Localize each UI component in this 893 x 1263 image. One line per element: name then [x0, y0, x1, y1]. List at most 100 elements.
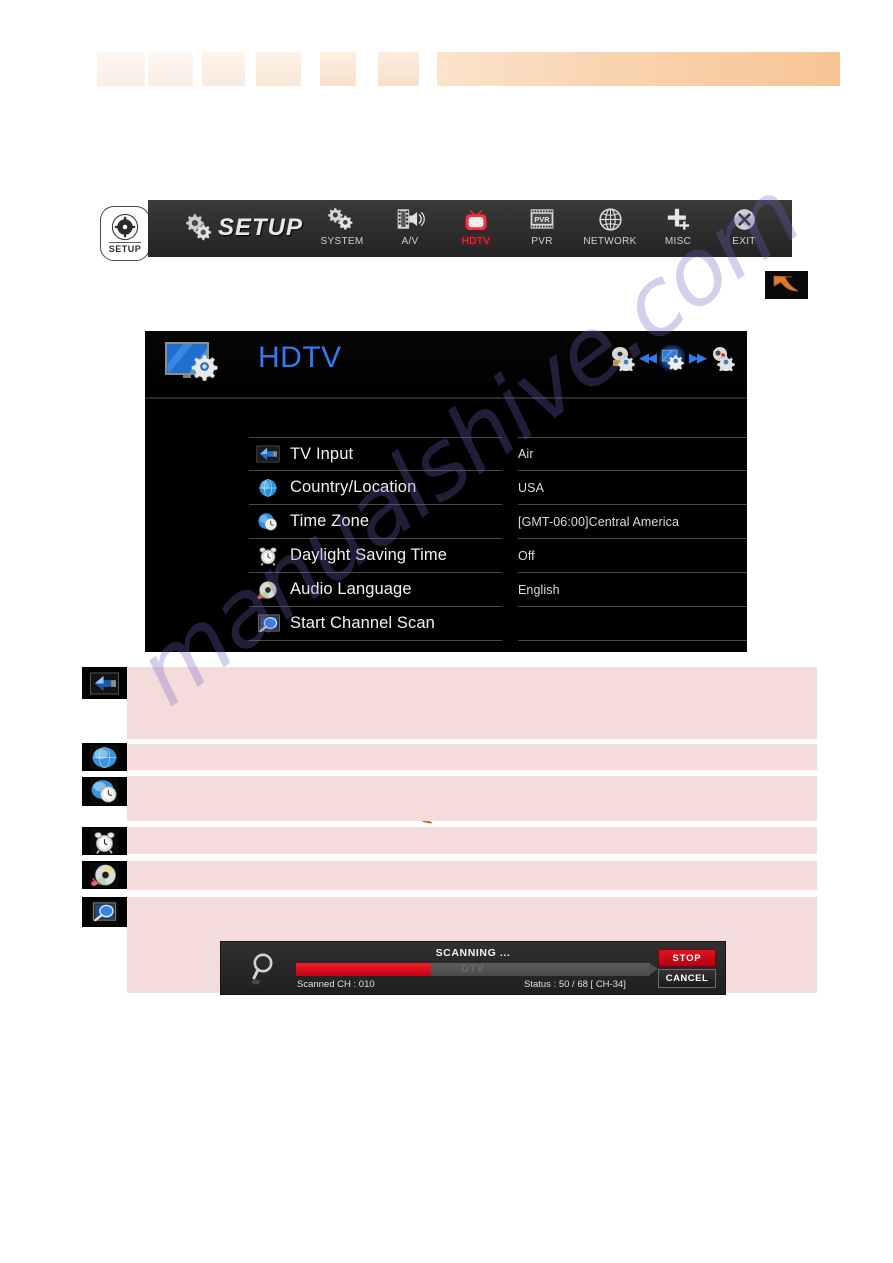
setting-value: [GMT-06:00]Central America	[518, 514, 679, 529]
setting-label: TV Input	[290, 444, 354, 463]
scanning-dialog: SCANNING ... DTV Scanned CH : 010 Status…	[220, 941, 726, 995]
scanned-channel-count: Scanned CH : 010	[297, 979, 375, 990]
audio-disc-icon	[255, 579, 281, 601]
table-row[interactable]: Audio Language English	[249, 573, 747, 607]
setting-value-cell[interactable]: Air	[518, 437, 747, 471]
menu-item-hdtv[interactable]: HDTV	[442, 205, 510, 253]
table-row[interactable]: TV Input Air	[249, 437, 747, 471]
next-chevrons-icon[interactable]: ▶▶	[689, 350, 707, 366]
setup-badge-label: SETUP	[108, 242, 142, 254]
redacted-word	[320, 52, 356, 86]
menu-item-label: SYSTEM	[320, 236, 364, 247]
scan-progress-bar: DTV	[296, 963, 658, 976]
progress-arrow-tip	[649, 963, 658, 975]
camera-gear-icon[interactable]	[709, 345, 735, 371]
description-text	[127, 861, 817, 890]
scan-magnifier-icon	[255, 613, 281, 635]
double-gear-icon	[327, 205, 357, 233]
scan-magnifier-icon	[82, 897, 127, 927]
menu-item-label: NETWORK	[583, 236, 637, 247]
tv-input-arrow-icon	[255, 443, 281, 465]
alarm-clock-icon	[255, 545, 281, 567]
setting-name-cell: Audio Language	[249, 573, 502, 607]
setting-value-cell[interactable]: English	[518, 573, 747, 607]
disc-gear-icon[interactable]	[609, 345, 635, 371]
redacted-word	[148, 52, 193, 86]
film-speaker-icon	[395, 205, 425, 233]
table-row[interactable]: Daylight Saving Time Off	[249, 539, 747, 573]
setting-name-cell: Daylight Saving Time	[249, 539, 502, 573]
description-text	[127, 667, 817, 739]
panel-header: HDTV ◀◀ ▶▶	[145, 331, 747, 399]
alarm-clock-icon	[82, 827, 127, 855]
setting-value: Off	[518, 548, 535, 563]
menu-item-network[interactable]: NETWORK	[576, 205, 644, 253]
redacted-word	[97, 52, 145, 86]
setting-value: English	[518, 582, 560, 597]
prev-chevrons-icon[interactable]: ◀◀	[639, 350, 657, 366]
table-row[interactable]: Country/Location USA	[249, 471, 747, 505]
setting-name-cell: Start Channel Scan	[249, 607, 502, 641]
setting-label: Audio Language	[290, 580, 412, 598]
redacted-header-bar	[437, 52, 840, 86]
globe-icon	[82, 743, 127, 771]
stop-button[interactable]: STOP	[658, 949, 716, 967]
setting-value-cell[interactable]: Off	[518, 539, 747, 573]
close-x-icon	[731, 205, 758, 233]
scanning-title: SCANNING ...	[435, 947, 511, 959]
television-icon	[462, 205, 490, 233]
setting-label: Daylight Saving Time	[290, 546, 447, 564]
globe-clock-icon	[82, 777, 127, 806]
tv-input-arrow-icon	[82, 667, 127, 699]
globe-icon	[597, 205, 624, 233]
plus-icon	[664, 205, 692, 233]
setting-name-cell: TV Input	[249, 437, 502, 471]
setup-badge: SETUP	[100, 206, 150, 261]
globe-icon	[255, 477, 281, 499]
setting-name-cell: Country/Location	[249, 471, 502, 505]
menu-item-label: A/V	[401, 236, 419, 247]
panel-body: TV Input Air Country/Location USA Time Z…	[145, 399, 747, 824]
menu-item-pvr[interactable]: PVR PVR	[508, 205, 576, 253]
menu-item-label: PVR	[531, 236, 553, 247]
menu-item-system[interactable]: SYSTEM	[308, 205, 376, 253]
setup-menubar: SETUP SYSTEM A/V HDTV PVR PVR NETWORK MI…	[148, 200, 792, 257]
menubar-brand: SETUP	[182, 206, 303, 250]
setting-label: Start Channel Scan	[290, 614, 435, 632]
menu-item-label: EXIT	[732, 236, 756, 247]
menubar-brand-label: SETUP	[218, 214, 304, 241]
setting-value-cell[interactable]: [GMT-06:00]Central America	[518, 505, 747, 539]
settings-table: TV Input Air Country/Location USA Time Z…	[249, 437, 747, 641]
svg-text:PVR: PVR	[534, 215, 550, 224]
setting-name-cell: Time Zone	[249, 505, 502, 539]
description-text	[127, 744, 817, 770]
page-header-band	[0, 0, 893, 110]
description-text	[127, 776, 817, 821]
panel-title: HDTV	[258, 341, 342, 374]
redacted-word	[202, 52, 245, 86]
setting-label: Country/Location	[290, 478, 417, 496]
hdtv-settings-panel: HDTV ◀◀ ▶▶ TV Input Air Country/Location…	[145, 331, 747, 824]
menu-item-exit[interactable]: EXIT	[710, 205, 778, 253]
film-pvr-icon: PVR	[528, 205, 556, 233]
setting-value-cell[interactable]	[518, 607, 747, 641]
table-row[interactable]: Start Channel Scan	[249, 607, 747, 641]
menu-item-label: MISC	[664, 236, 692, 247]
cancel-button[interactable]: CANCEL	[658, 969, 716, 988]
monitor-gear-icon[interactable]	[659, 345, 685, 371]
setting-label: Time Zone	[290, 512, 370, 530]
gear-icon	[111, 213, 139, 241]
double-gear-icon	[182, 211, 216, 245]
table-row[interactable]: Time Zone [GMT-06:00]Central America	[249, 505, 747, 539]
setting-value-cell[interactable]: USA	[518, 471, 747, 505]
menu-item-label: HDTV	[461, 236, 491, 247]
panel-nav: ◀◀ ▶▶	[609, 345, 735, 371]
orange-curved-arrow-icon	[765, 271, 808, 299]
menu-item-misc[interactable]: MISC	[644, 205, 712, 253]
progress-label: DTV	[461, 964, 485, 975]
menu-item-av[interactable]: A/V	[376, 205, 444, 253]
monitor-gear-icon	[163, 339, 225, 387]
setting-value: Air	[518, 447, 534, 461]
setting-value: USA	[518, 480, 545, 495]
redacted-word	[256, 52, 301, 86]
